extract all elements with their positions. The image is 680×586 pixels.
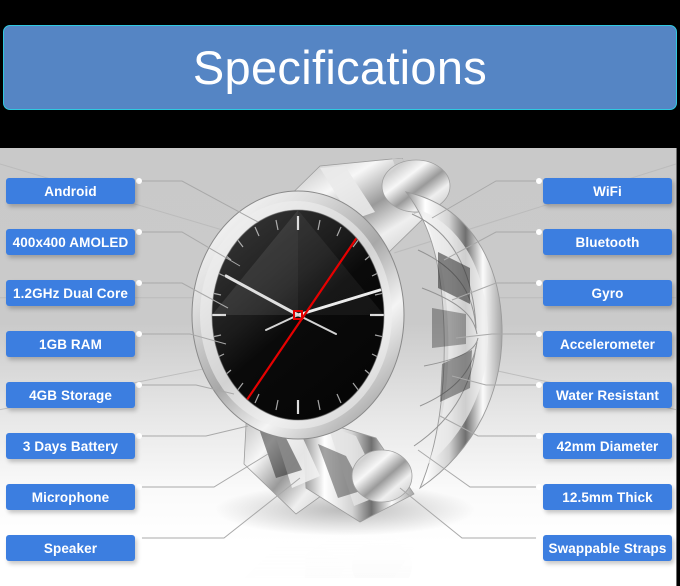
spec-pill-battery[interactable]: 3 Days Battery [6, 433, 135, 459]
spec-pill-cpu[interactable]: 1.2GHz Dual Core [6, 280, 135, 306]
connector-dot [536, 229, 542, 235]
spec-label: Speaker [43, 540, 98, 556]
connector-dot [136, 382, 142, 388]
connector-dot [136, 280, 142, 286]
spec-pill-bluetooth[interactable]: Bluetooth [543, 229, 672, 255]
spec-pill-ram[interactable]: 1GB RAM [6, 331, 135, 357]
spec-pill-thickness[interactable]: 12.5mm Thick [543, 484, 672, 510]
spec-pill-straps[interactable]: Swappable Straps [543, 535, 672, 561]
connector-dot [136, 535, 142, 541]
spec-label: WiFi [593, 183, 622, 199]
spec-label: 1GB RAM [39, 336, 102, 352]
connector-dot [136, 229, 142, 235]
spec-label: 42mm Diameter [556, 438, 659, 454]
leader-lines [138, 180, 540, 539]
spec-label: Android [44, 183, 97, 199]
spec-label: 4GB Storage [29, 387, 112, 403]
spec-label: Microphone [31, 489, 110, 505]
connector-dot [136, 484, 142, 490]
spec-pill-microphone[interactable]: Microphone [6, 484, 135, 510]
spec-pill-android[interactable]: Android [6, 178, 135, 204]
connector-dot [536, 484, 542, 490]
spec-label: Bluetooth [575, 234, 640, 250]
connector-dot [536, 331, 542, 337]
spec-pill-gyro[interactable]: Gyro [543, 280, 672, 306]
connector-dot [136, 178, 142, 184]
spec-label: Swappable Straps [548, 540, 667, 556]
spec-label: Gyro [591, 285, 624, 301]
connector-dot [136, 433, 142, 439]
connector-dot [536, 535, 542, 541]
spec-pill-diameter[interactable]: 42mm Diameter [543, 433, 672, 459]
spec-label: 12.5mm Thick [562, 489, 653, 505]
connector-dot [536, 382, 542, 388]
header-banner: Specifications [3, 25, 677, 110]
spec-pill-water-resistant[interactable]: Water Resistant [543, 382, 672, 408]
page-title: Specifications [192, 41, 488, 94]
spec-label: Water Resistant [555, 387, 660, 403]
spec-pill-display[interactable]: 400x400 AMOLED [6, 229, 135, 255]
spec-label: 1.2GHz Dual Core [13, 285, 128, 301]
product-image-panel [0, 148, 677, 586]
spec-pill-wifi[interactable]: WiFi [543, 178, 672, 204]
spec-pill-accelerometer[interactable]: Accelerometer [543, 331, 672, 357]
spec-label: Accelerometer [559, 336, 656, 352]
spec-pill-speaker[interactable]: Speaker [6, 535, 135, 561]
connector-dot [536, 433, 542, 439]
spec-label: 400x400 AMOLED [12, 234, 129, 250]
spec-label: 3 Days Battery [22, 438, 119, 454]
connector-dot [536, 280, 542, 286]
specifications-infographic: Specifications Android 400x400 AMOLED 1.… [0, 0, 680, 586]
connector-dot [136, 331, 142, 337]
spec-pill-storage[interactable]: 4GB Storage [6, 382, 135, 408]
connector-dot [536, 178, 542, 184]
